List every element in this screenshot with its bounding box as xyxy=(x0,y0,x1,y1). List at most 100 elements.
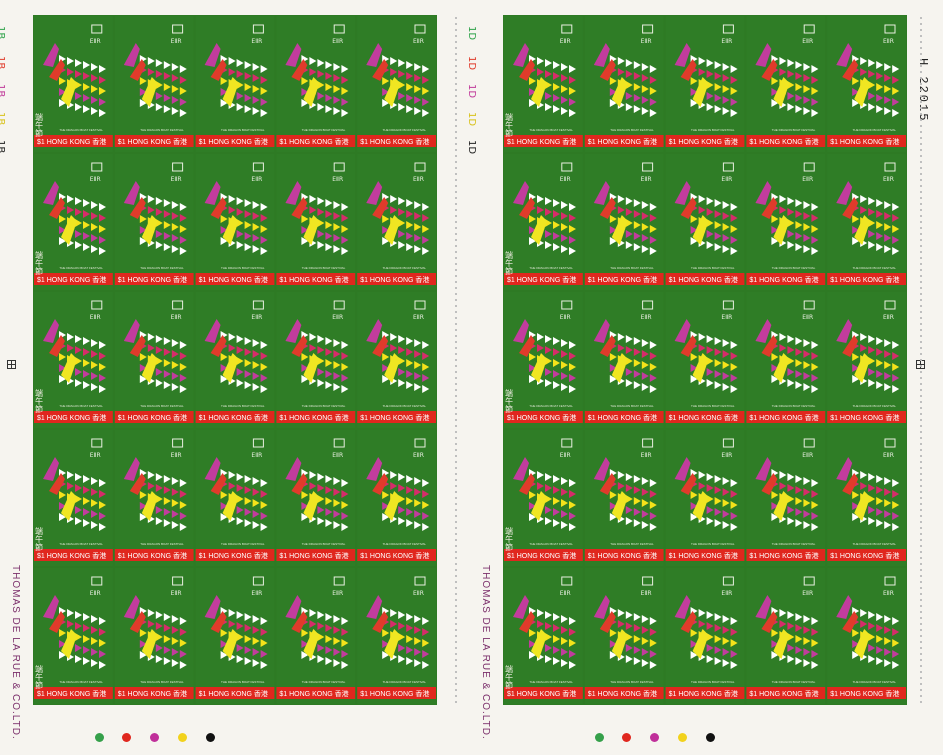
stamp-value: $1 HONG KONG 香港 xyxy=(507,275,576,284)
stamp-caption: THE DRAGON BOAT FESTIVAL xyxy=(853,542,897,546)
stamp: EⅡR $1 HONG KONG 香港 THE DRAGON BOAT FESTIV… xyxy=(195,568,275,704)
stamp-caption: THE DRAGON BOAT FESTIVAL xyxy=(302,266,346,270)
printer-imprint-right: THOMAS DE LA RUE & CO.LTD. xyxy=(480,565,491,740)
stamp-monogram: EⅡR xyxy=(171,452,182,459)
stamp-monogram: EⅡR xyxy=(171,38,182,45)
stamp-monogram: EⅡR xyxy=(641,176,652,183)
stamp: EⅡR $1 HONG KONG 香港 THE DRAGON BOAT FESTIV… xyxy=(276,430,356,566)
stamp: EⅡR $1 HONG KONG 香港 THE DRAGON BOAT FESTIV… xyxy=(357,16,436,152)
stamp-cjk: 端午節 xyxy=(505,664,514,690)
stamp-cjk: 端午節 xyxy=(505,112,514,138)
stamp: EⅡR $1 HONG KONG 香港 THE DRAGON BOAT FESTIV… xyxy=(504,154,583,290)
stamp-caption: THE DRAGON BOAT FESTIVAL xyxy=(140,404,184,408)
stamp: EⅡR $1 HONG KONG 香港 THE DRAGON BOAT FESTIV… xyxy=(195,430,275,566)
stamp-caption: THE DRAGON BOAT FESTIVAL xyxy=(691,128,735,132)
stamp: EⅡR $1 HONG KONG 香港 THE DRAGON BOAT FESTIV… xyxy=(504,292,583,428)
stamp-value: $1 HONG KONG 香港 xyxy=(588,275,657,284)
stamp: EⅡR $1 HONG KONG 香港 THE DRAGON BOAT FESTIV… xyxy=(584,568,664,704)
stamp-grid-svg: EⅡR $1 HONG KONG 香港 THE DRAGON BOAT FESTIV… xyxy=(34,16,436,704)
stamp-monogram: EⅡR xyxy=(171,176,182,183)
stamp: EⅡR $1 HONG KONG 香港 THE DRAGON BOAT FESTIV… xyxy=(114,430,194,566)
stamp-caption: THE DRAGON BOAT FESTIVAL xyxy=(383,128,427,132)
stamp-caption: THE DRAGON BOAT FESTIVAL xyxy=(221,542,265,546)
stamp-monogram: EⅡR xyxy=(802,176,813,183)
perforation xyxy=(920,15,922,705)
right-pane: EⅡR $1 HONG KONG 香港 THE DRAGON BOAT FESTIV… xyxy=(466,0,943,755)
plate-number: 1B xyxy=(0,112,6,126)
stamp-value: $1 HONG KONG 香港 xyxy=(199,137,268,146)
stamp-sheet: EⅡR $1 HONG KONG 香港 THE DRAGON BOAT FESTIV… xyxy=(0,0,943,755)
stamp: EⅡR $1 HONG KONG 香港 THE DRAGON BOAT FESTIV… xyxy=(665,154,745,290)
stamp-value: $1 HONG KONG 香港 xyxy=(199,551,268,560)
stamp-value: $1 HONG KONG 香港 xyxy=(749,275,818,284)
stamp-value: $1 HONG KONG 香港 xyxy=(507,137,576,146)
stamp-value: $1 HONG KONG 香港 xyxy=(749,551,818,560)
stamp-caption: THE DRAGON BOAT FESTIVAL xyxy=(610,680,654,684)
stamp-value: $1 HONG KONG 香港 xyxy=(588,413,657,422)
stamp-caption: THE DRAGON BOAT FESTIVAL xyxy=(140,128,184,132)
stamp: EⅡR $1 HONG KONG 香港 THE DRAGON BOAT FESTIV… xyxy=(114,16,194,152)
stamp-caption: THE DRAGON BOAT FESTIVAL xyxy=(610,128,654,132)
stamp-monogram: EⅡR xyxy=(883,452,894,459)
stamp-monogram: EⅡR xyxy=(413,38,424,45)
stamp-caption: THE DRAGON BOAT FESTIVAL xyxy=(302,680,346,684)
stamp-grid-svg: EⅡR $1 HONG KONG 香港 THE DRAGON BOAT FESTIV… xyxy=(504,16,906,704)
stamp-monogram: EⅡR xyxy=(332,314,343,321)
stamp-value: $1 HONG KONG 香港 xyxy=(279,689,348,698)
stamp-value: $1 HONG KONG 香港 xyxy=(749,689,818,698)
stamp-caption: THE DRAGON BOAT FESTIVAL xyxy=(221,266,265,270)
stamp-caption: THE DRAGON BOAT FESTIVAL xyxy=(140,266,184,270)
stamp-monogram: EⅡR xyxy=(251,176,262,183)
stamp: EⅡR $1 HONG KONG 香港 THE DRAGON BOAT FESTIV… xyxy=(357,292,436,428)
stamp: EⅡR $1 HONG KONG 香港 THE DRAGON BOAT FESTIV… xyxy=(665,430,745,566)
stamp: EⅡR $1 HONG KONG 香港 THE DRAGON BOAT FESTIV… xyxy=(34,292,113,428)
stamp-cjk: 端午節 xyxy=(35,112,44,138)
stamp-value: $1 HONG KONG 香港 xyxy=(279,413,348,422)
stamp: EⅡR $1 HONG KONG 香港 THE DRAGON BOAT FESTIV… xyxy=(665,16,745,152)
stamp: EⅡR $1 HONG KONG 香港 THE DRAGON BOAT FESTIV… xyxy=(504,568,583,704)
stamp-value: $1 HONG KONG 香港 xyxy=(279,275,348,284)
stamp-caption: THE DRAGON BOAT FESTIVAL xyxy=(529,404,573,408)
color-dot xyxy=(622,733,631,742)
stamp-caption: THE DRAGON BOAT FESTIVAL xyxy=(691,266,735,270)
stamp-cjk: 端午節 xyxy=(35,526,44,552)
stamp-value: $1 HONG KONG 香港 xyxy=(507,413,576,422)
registration-mark xyxy=(7,360,16,369)
stamp-monogram: EⅡR xyxy=(721,590,732,597)
stamp: EⅡR $1 HONG KONG 香港 THE DRAGON BOAT FESTIV… xyxy=(276,568,356,704)
stamp-monogram: EⅡR xyxy=(251,314,262,321)
stamp-value: $1 HONG KONG 香港 xyxy=(360,689,429,698)
stamp-value: $1 HONG KONG 香港 xyxy=(507,551,576,560)
stamp: EⅡR $1 HONG KONG 香港 THE DRAGON BOAT FESTIV… xyxy=(195,16,275,152)
stamp-value: $1 HONG KONG 香港 xyxy=(360,137,429,146)
stamp-monogram: EⅡR xyxy=(802,314,813,321)
stamp-value: $1 HONG KONG 香港 xyxy=(669,689,738,698)
stamp-monogram: EⅡR xyxy=(883,38,894,45)
plate-number: 1B xyxy=(0,140,6,154)
stamp: EⅡR $1 HONG KONG 香港 THE DRAGON BOAT FESTIV… xyxy=(114,568,194,704)
stamp-value: $1 HONG KONG 香港 xyxy=(118,275,187,284)
stamp-monogram: EⅡR xyxy=(332,452,343,459)
stamp-caption: THE DRAGON BOAT FESTIVAL xyxy=(383,680,427,684)
stamp: EⅡR $1 HONG KONG 香港 THE DRAGON BOAT FESTIV… xyxy=(276,154,356,290)
stamp-cjk: 端午節 xyxy=(35,250,44,276)
stamp-value: $1 HONG KONG 香港 xyxy=(830,137,899,146)
stamp-monogram: EⅡR xyxy=(90,38,101,45)
stamp-caption: THE DRAGON BOAT FESTIVAL xyxy=(140,680,184,684)
stamp-value: $1 HONG KONG 香港 xyxy=(830,275,899,284)
stamp-caption: THE DRAGON BOAT FESTIVAL xyxy=(853,266,897,270)
stamp: EⅡR $1 HONG KONG 香港 THE DRAGON BOAT FESTIV… xyxy=(746,154,826,290)
stamp-monogram: EⅡR xyxy=(90,452,101,459)
stamp: EⅡR $1 HONG KONG 香港 THE DRAGON BOAT FESTIV… xyxy=(114,154,194,290)
stamp-monogram: EⅡR xyxy=(883,590,894,597)
stamp-caption: THE DRAGON BOAT FESTIVAL xyxy=(772,266,816,270)
stamp-caption: THE DRAGON BOAT FESTIVAL xyxy=(691,680,735,684)
stamp: EⅡR $1 HONG KONG 香港 THE DRAGON BOAT FESTIV… xyxy=(357,430,436,566)
plate-number: 1D xyxy=(466,112,477,127)
stamp-monogram: EⅡR xyxy=(332,590,343,597)
stamp-value: $1 HONG KONG 香港 xyxy=(830,413,899,422)
stamp: EⅡR $1 HONG KONG 香港 THE DRAGON BOAT FESTIV… xyxy=(276,16,356,152)
stamp-value: $1 HONG KONG 香港 xyxy=(588,137,657,146)
stamp-caption: THE DRAGON BOAT FESTIVAL xyxy=(691,542,735,546)
stamp-caption: THE DRAGON BOAT FESTIVAL xyxy=(59,128,103,132)
